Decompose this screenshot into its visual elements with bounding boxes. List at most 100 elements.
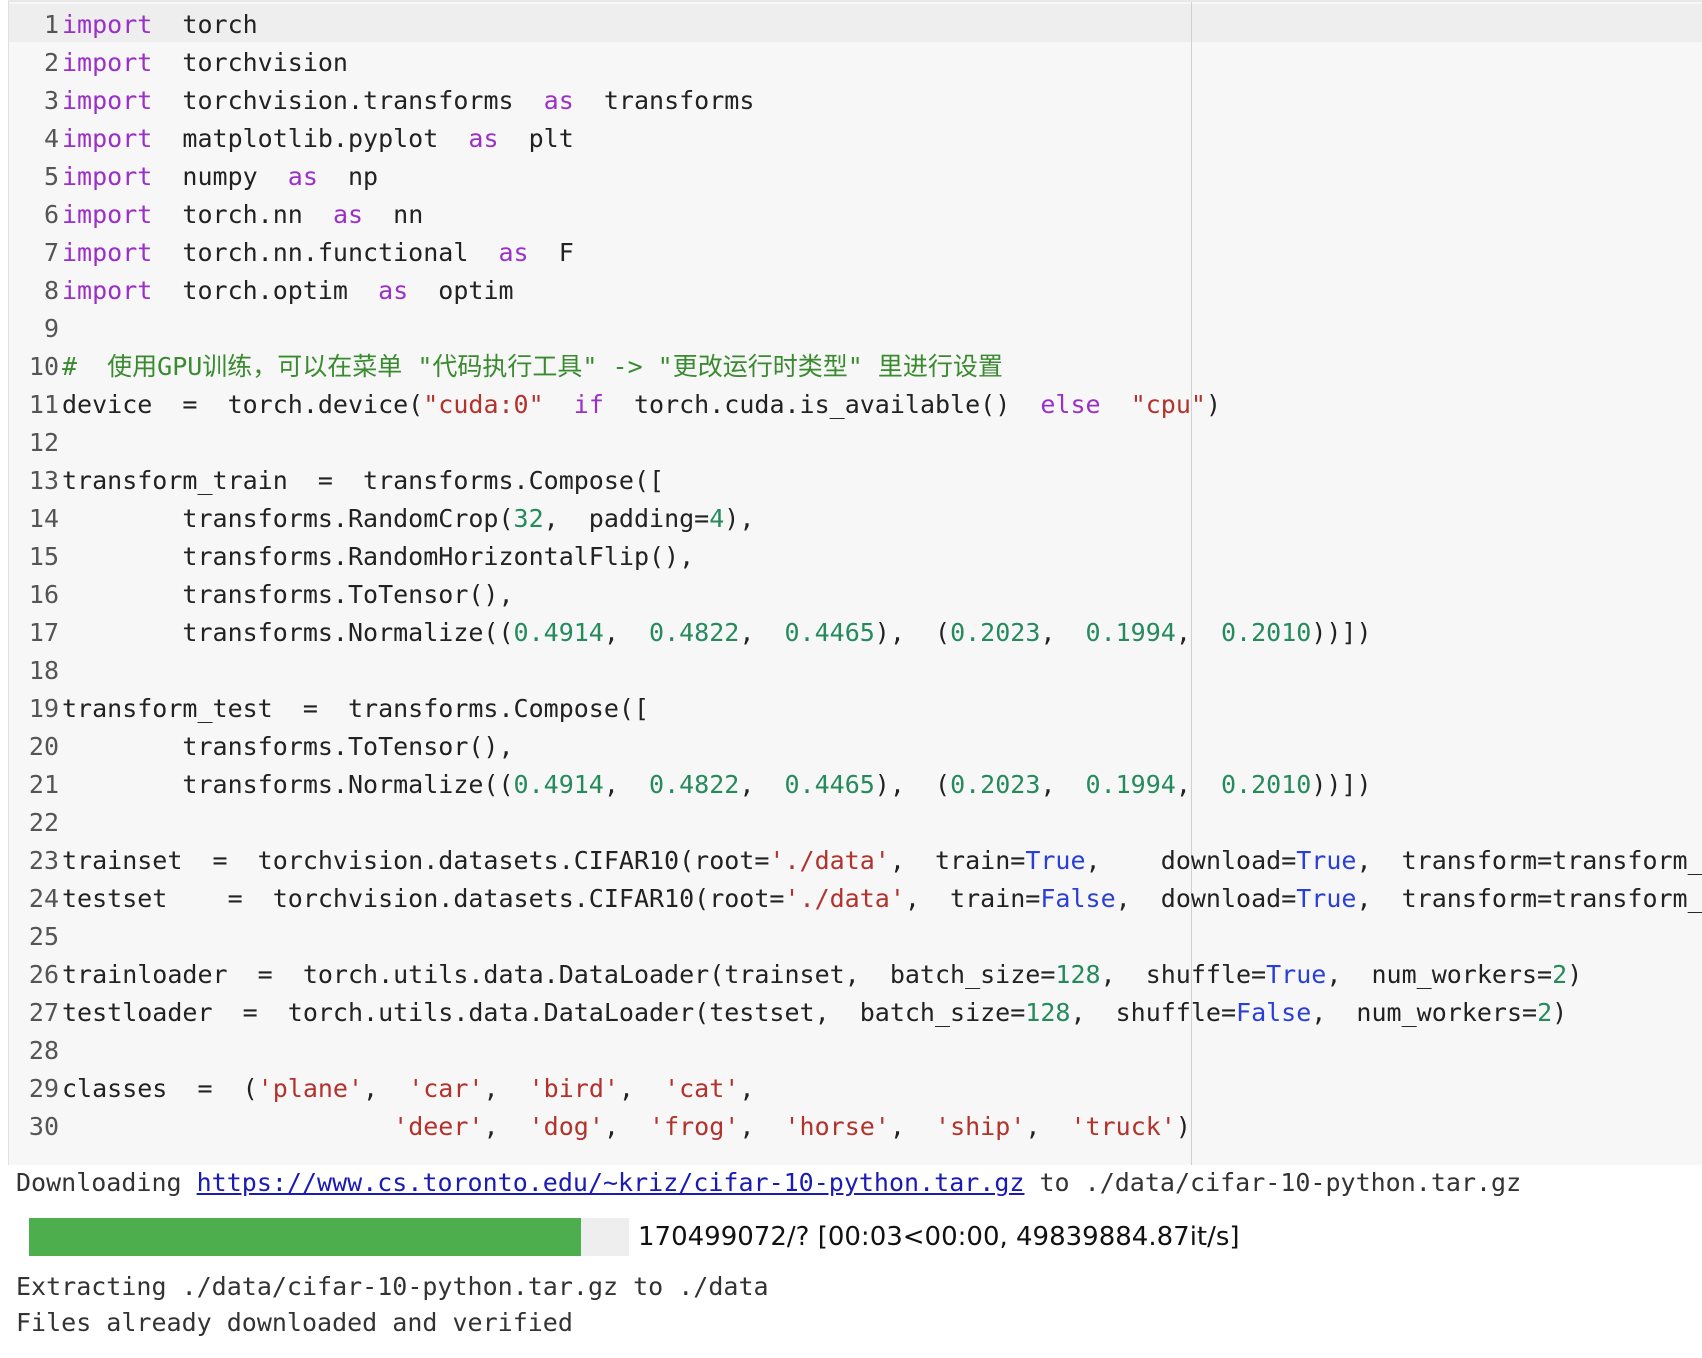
code-line[interactable]: 2 import torchvision: [9, 44, 1702, 82]
code-token: 2: [1537, 998, 1553, 1027]
code-token: 0.4465: [784, 770, 875, 799]
line-number: 16: [28, 580, 59, 609]
code-token: plt: [498, 124, 574, 153]
extract-message: Extracting ./data/cifar-10-python.tar.gz…: [16, 1272, 769, 1301]
code-token: import: [62, 124, 153, 153]
code-line[interactable]: 22: [9, 804, 1702, 842]
code-token: ),: [724, 504, 755, 533]
download-link[interactable]: https://www.cs.toronto.edu/~kriz/cifar-1…: [197, 1168, 1025, 1197]
code-token: optim: [408, 276, 514, 305]
code-line[interactable]: 21 transforms.Normalize((0.4914, 0.4822,…: [9, 766, 1702, 804]
code-token: np: [317, 162, 379, 191]
line-number: 18: [28, 656, 59, 685]
code-token: transform_test = transforms.Compose([: [62, 694, 649, 723]
code-line[interactable]: 9: [9, 310, 1702, 348]
line-number: 27: [28, 998, 59, 1027]
code-line[interactable]: 6 import torch.nn as nn: [9, 196, 1702, 234]
code-token: classes = (: [62, 1074, 258, 1103]
code-token: 0.2023: [950, 618, 1041, 647]
line-number: 1: [43, 10, 59, 39]
download-message: Downloading https://www.cs.toronto.edu/~…: [16, 1165, 1696, 1201]
code-token: 'car': [408, 1074, 484, 1103]
code-token: 'ship': [935, 1112, 1026, 1141]
code-token: './data': [769, 846, 890, 875]
code-line[interactable]: 19 transform_test = transforms.Compose([: [9, 690, 1702, 728]
line-number: 10: [28, 352, 59, 381]
code-token: 0.4914: [513, 770, 604, 799]
code-token: ), (: [874, 618, 951, 647]
code-line[interactable]: 3 import torchvision.transforms as transf…: [9, 82, 1702, 120]
code-token: import: [62, 238, 153, 267]
code-editor[interactable]: 1 import torch 2 import torchvision 3 import …: [9, 6, 1702, 1146]
code-line[interactable]: 7 import torch.nn.functional as F: [9, 234, 1702, 272]
code-line[interactable]: 18: [9, 652, 1702, 690]
code-token: numpy: [152, 162, 288, 191]
code-line[interactable]: 24 testset = torchvision.datasets.CIFAR10…: [9, 880, 1702, 918]
code-token: torchvision: [152, 48, 348, 77]
code-token: , transform=transform_train): [1356, 846, 1702, 875]
code-token: , padding=: [543, 504, 710, 533]
line-number: 14: [28, 504, 59, 533]
code-line[interactable]: 13 transform_train = transforms.Compose([: [9, 462, 1702, 500]
code-line[interactable]: 16 transforms.ToTensor(),: [9, 576, 1702, 614]
code-token: import: [62, 276, 153, 305]
code-cell[interactable]: 1 import torch 2 import torchvision 3 import …: [8, 0, 1702, 1165]
code-token: ))]): [1311, 618, 1372, 647]
line-number: 3: [43, 86, 59, 115]
code-token: 2: [1552, 960, 1568, 989]
code-token: ,: [363, 1074, 409, 1103]
code-line[interactable]: 15 transforms.RandomHorizontalFlip(),: [9, 538, 1702, 576]
line-number: 26: [28, 960, 59, 989]
download-progress: 170499072/? [00:03<00:00, 49839884.87it/…: [16, 1207, 1696, 1267]
code-token: , train=: [889, 846, 1026, 875]
code-token: ), (: [874, 770, 951, 799]
line-number: 6: [43, 200, 59, 229]
code-line[interactable]: 11 device = torch.device("cuda:0" if torc…: [9, 386, 1702, 424]
code-token: transform_train = transforms.Compose([: [62, 466, 665, 495]
code-token: ,: [603, 618, 650, 647]
code-token: ,: [603, 1112, 650, 1141]
code-token: trainset = torchvision.datasets.CIFAR10(…: [62, 846, 770, 875]
code-line[interactable]: 25: [9, 918, 1702, 956]
code-token: True: [1266, 960, 1327, 989]
code-token: as: [287, 162, 318, 191]
code-token: ,: [1175, 618, 1221, 647]
code-line[interactable]: 30 'deer', 'dog', 'frog', 'horse', 'ship…: [9, 1108, 1702, 1146]
code-line[interactable]: 28: [9, 1032, 1702, 1070]
code-token: 'bird': [528, 1074, 619, 1103]
code-token: device = torch.device(: [62, 390, 424, 419]
code-token: True: [1296, 846, 1357, 875]
line-number: 21: [28, 770, 59, 799]
code-line[interactable]: 4 import matplotlib.pyplot as plt: [9, 120, 1702, 158]
code-token: 0.2023: [950, 770, 1041, 799]
code-token: , num_workers=: [1311, 998, 1538, 1027]
code-token: torchvision.transforms: [152, 86, 544, 115]
code-line[interactable]: 23 trainset = torchvision.datasets.CIFAR1…: [9, 842, 1702, 880]
code-token: nn: [363, 200, 424, 229]
code-token: ,: [483, 1112, 529, 1141]
code-line[interactable]: 10 # 使用GPU训练，可以在菜单 "代码执行工具" -> "更改运行时类型" …: [9, 348, 1702, 386]
code-line[interactable]: 20 transforms.ToTensor(),: [9, 728, 1702, 766]
code-token: "cuda:0": [423, 390, 544, 419]
code-line[interactable]: 27 testloader = torch.utils.data.DataLoad…: [9, 994, 1702, 1032]
code-token: ,: [1175, 770, 1221, 799]
code-token: 0.1994: [1085, 618, 1176, 647]
code-token: import: [62, 10, 153, 39]
code-line[interactable]: 12: [9, 424, 1702, 462]
code-token: as: [543, 86, 574, 115]
code-token: torch.nn.functional: [152, 238, 499, 267]
code-line[interactable]: 1 import torch: [9, 6, 1702, 44]
line-number: 25: [28, 922, 59, 951]
code-token: as: [468, 124, 499, 153]
code-token: torch.cuda.is_available(): [603, 390, 1041, 419]
code-line[interactable]: 17 transforms.Normalize((0.4914, 0.4822,…: [9, 614, 1702, 652]
code-line[interactable]: 14 transforms.RandomCrop(32, padding=4),: [9, 500, 1702, 538]
code-line[interactable]: 8 import torch.optim as optim: [9, 272, 1702, 310]
code-token: # 使用GPU训练，可以在菜单 "代码执行工具" -> "更改运行时类型" 里进…: [62, 352, 1003, 381]
code-token: ,: [739, 618, 785, 647]
code-line[interactable]: 26 trainloader = torch.utils.data.DataLoa…: [9, 956, 1702, 994]
code-line[interactable]: 5 import numpy as np: [9, 158, 1702, 196]
code-token: trainloader = torch.utils.data.DataLoade…: [62, 960, 1056, 989]
code-line[interactable]: 29 classes = ('plane', 'car', 'bird', 'ca…: [9, 1070, 1702, 1108]
